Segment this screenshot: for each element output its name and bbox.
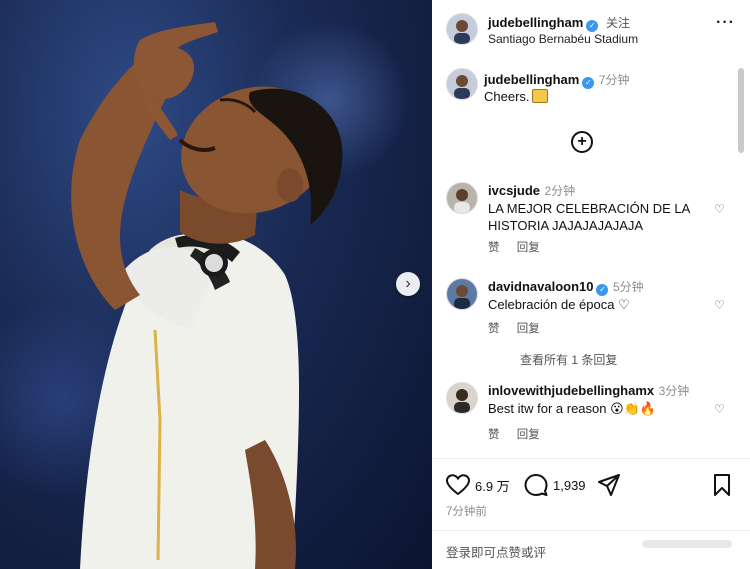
chevron-right-icon: › (405, 275, 411, 292)
scrollbar-thumb[interactable] (738, 68, 744, 153)
location-link[interactable]: Santiago Bernabéu Stadium (488, 32, 638, 46)
comment-text: LA MEJOR CELEBRACIÓN DE LA HISTORIA JAJA… (488, 201, 690, 233)
caption-username[interactable]: judebellingham (484, 72, 579, 87)
heart-icon[interactable]: ♡ (714, 298, 725, 312)
comment-like-button[interactable]: 赞 (488, 242, 500, 254)
comment-text: Celebración de época ♡ (488, 297, 630, 312)
divider (432, 458, 750, 459)
verified-icon: ✓ (596, 284, 609, 296)
comment-control: 1,939 (524, 474, 586, 496)
login-prompt-link[interactable]: 登录即可点赞或评 (446, 542, 546, 561)
commenter-avatar[interactable] (446, 382, 478, 414)
share-icon[interactable] (598, 474, 620, 496)
heart-icon[interactable]: ♡ (714, 402, 725, 416)
comment-input-placeholder (642, 540, 732, 548)
comment-item: davidnavaloon10 ✓ 5分钟 Celebración de époc… (432, 278, 732, 338)
comment-item: inlovewithjudebellinghamx 3分钟 Best itw f… (432, 382, 732, 442)
bookmark-icon[interactable] (712, 474, 732, 496)
comment-icon[interactable] (524, 474, 548, 496)
commenter-avatar[interactable] (446, 278, 478, 310)
comment-reply-button[interactable]: 回复 (517, 429, 540, 441)
view-replies-link[interactable]: 查看所有 1 条回复 (520, 351, 617, 368)
player-illustration (71, 22, 343, 569)
comment-text: Best itw for a reason 😮👏🔥 (488, 401, 657, 416)
follow-button[interactable]: 关注 (606, 16, 630, 30)
comment-item: ivcsjude 2分钟 LA MEJOR CELEBRACIÓN DE LA … (432, 182, 732, 257)
comment-reply-button[interactable]: 回复 (517, 242, 540, 254)
verified-icon: ✓ (582, 77, 595, 89)
post-timestamp: 7分钟前 (446, 506, 487, 518)
caption-text: Cheers. (484, 89, 530, 104)
post-sidebar: judebellingham ✓ 关注 Santiago Bernabéu Sta… (432, 0, 750, 569)
more-icon[interactable]: ··· (716, 14, 735, 32)
commenter-avatar[interactable] (446, 182, 478, 214)
plus-icon: + (577, 133, 587, 150)
heart-icon[interactable] (446, 474, 470, 496)
comment-time: 3分钟 (658, 384, 690, 398)
beer-emoji-icon (531, 89, 548, 103)
comment-like-button[interactable]: 赞 (488, 323, 500, 335)
author-avatar[interactable] (446, 68, 478, 100)
comment-reply-button[interactable]: 回复 (517, 323, 540, 335)
heart-icon[interactable]: ♡ (714, 202, 725, 216)
comment-username[interactable]: davidnavaloon10 (488, 279, 593, 294)
comment-username[interactable]: ivcsjude (488, 183, 540, 198)
action-bar: 6.9 万 1,939 (432, 472, 750, 500)
author-username[interactable]: judebellingham (488, 15, 583, 30)
verified-icon: ✓ (586, 20, 599, 32)
comment-username[interactable]: inlovewithjudebellinghamx (488, 383, 654, 398)
next-image-button[interactable]: › (396, 272, 420, 296)
like-count: 6.9 万 (475, 478, 510, 494)
load-more-comments-button[interactable]: + (571, 131, 593, 153)
like-control: 6.9 万 (446, 474, 510, 496)
comment-count: 1,939 (553, 477, 586, 493)
comment-like-button[interactable]: 赞 (488, 429, 500, 441)
post-image[interactable]: › (0, 0, 432, 569)
caption-time: 7分钟 (598, 73, 630, 87)
comment-time: 2分钟 (544, 184, 576, 198)
author-avatar[interactable] (446, 13, 478, 45)
instagram-post: › judebellingham ✓ 关注 Santiago Bernabéu S… (0, 0, 750, 569)
comment-time: 5分钟 (612, 280, 644, 294)
divider (432, 530, 750, 531)
post-header: judebellingham ✓ 关注 Santiago Bernabéu Sta… (432, 0, 750, 56)
